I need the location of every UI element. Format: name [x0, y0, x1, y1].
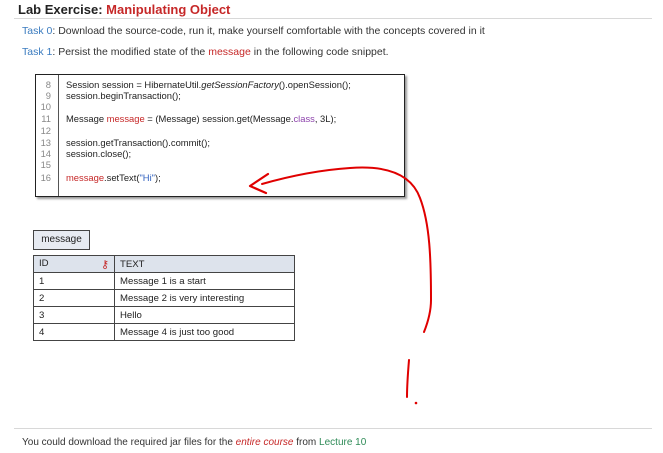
- annotation-arrow-stroke: [261, 166, 433, 333]
- annotation-mark-line: [406, 359, 410, 398]
- bottom-divider: [14, 428, 652, 429]
- footer-emphasis: entire course: [235, 437, 294, 448]
- lecture-link[interactable]: Lecture 10: [319, 437, 366, 448]
- handwritten-annotation: [248, 166, 433, 405]
- annotation-mark-dot: [414, 401, 418, 405]
- footer-text: You could download the required jar file…: [22, 437, 236, 448]
- footer-text: from: [293, 437, 320, 448]
- footer-note: You could download the required jar file…: [22, 437, 366, 448]
